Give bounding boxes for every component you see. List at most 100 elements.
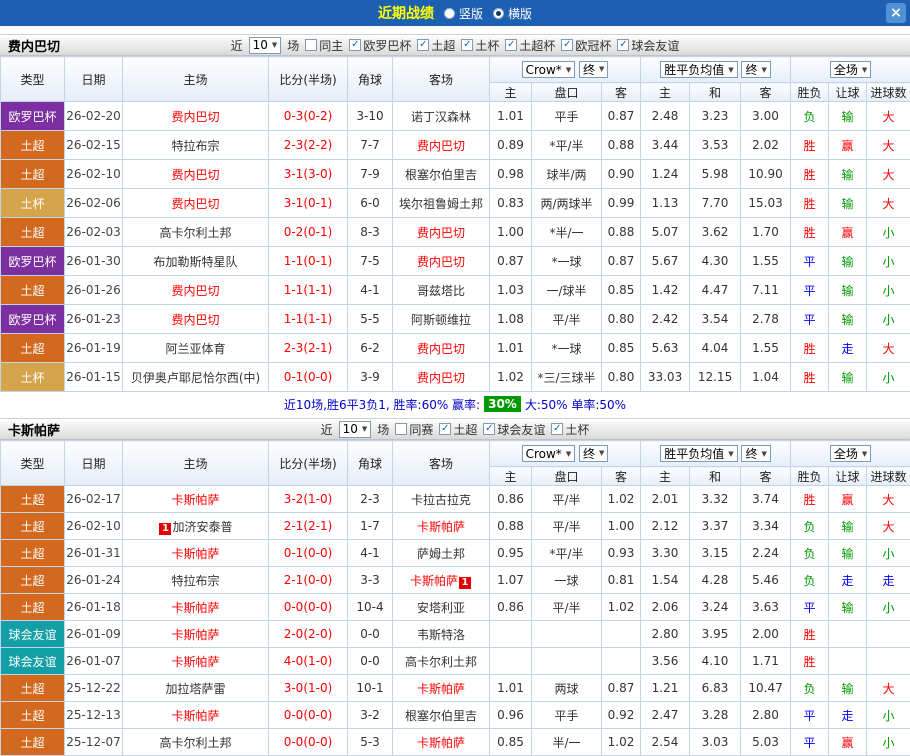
layout-radio-horizontal[interactable]: 横版 xyxy=(493,5,532,22)
col-away: 客场 xyxy=(393,441,490,486)
away-team[interactable]: 根塞尔伯里吉 xyxy=(393,702,490,729)
home-team[interactable]: 卡斯帕萨 xyxy=(123,594,269,621)
away-team[interactable]: 阿斯顿维拉 xyxy=(393,305,490,334)
scope-select[interactable]: 全场▼ xyxy=(830,61,871,78)
away-team[interactable]: 卡斯帕萨 xyxy=(393,513,490,540)
filter-checkbox-同主[interactable] xyxy=(305,39,317,51)
away-team[interactable]: 韦斯特洛 xyxy=(393,621,490,648)
away-team[interactable]: 费内巴切 xyxy=(393,247,490,276)
score-halftime: 3-2(1-0) xyxy=(269,486,348,513)
match-type: 土超 xyxy=(1,131,65,160)
matches-table-kasimpasa: 类型 日期 主场 比分(半场) 角球 客场 Crow*▼ 终▼ 胜平负均值▼ 终… xyxy=(0,440,910,756)
scope-select[interactable]: 全场▼ xyxy=(830,445,871,462)
away-team[interactable]: 费内巴切 xyxy=(393,131,490,160)
home-team[interactable]: 阿兰亚体育 xyxy=(123,334,269,363)
result-handicap xyxy=(829,621,867,648)
home-team[interactable]: 特拉布宗 xyxy=(123,131,269,160)
filter-checkbox-同赛[interactable] xyxy=(395,423,407,435)
match-date: 26-02-15 xyxy=(65,131,123,160)
filter-checkbox-欧冠杯[interactable]: ✓ xyxy=(561,39,573,51)
ah-home-odds: 0.86 xyxy=(490,594,532,621)
filter-bar: 近 10▼ 场 同主✓欧罗巴杯✓土超✓土杯✓土超杯✓欧冠杯✓球会友谊 xyxy=(231,37,680,54)
corners: 6-0 xyxy=(348,189,393,218)
filter-checkbox-土超杯[interactable]: ✓ xyxy=(505,39,517,51)
match-row: 球会友谊26-01-09卡斯帕萨2-0(2-0)0-0韦斯特洛2.803.952… xyxy=(1,621,910,648)
avg-odds-select[interactable]: 胜平负均值▼ xyxy=(660,61,737,78)
away-team[interactable]: 高卡尔利土邦 xyxy=(393,648,490,675)
filter-checkbox-土超[interactable]: ✓ xyxy=(417,39,429,51)
filter-checkbox-土超[interactable]: ✓ xyxy=(439,423,451,435)
bookmaker-select[interactable]: Crow*▼ xyxy=(522,61,576,78)
match-date: 25-12-13 xyxy=(65,702,123,729)
odds-stage-select[interactable]: 终▼ xyxy=(579,445,608,462)
away-team[interactable]: 卡斯帕萨1 xyxy=(393,567,490,594)
home-team[interactable]: 费内巴切 xyxy=(123,305,269,334)
filter-checkbox-欧罗巴杯[interactable]: ✓ xyxy=(349,39,361,51)
match-type: 土超 xyxy=(1,594,65,621)
eu-draw-odds: 3.37 xyxy=(690,513,741,540)
bookmaker-select[interactable]: Crow*▼ xyxy=(522,445,576,462)
away-team[interactable]: 根塞尔伯里吉 xyxy=(393,160,490,189)
team-name: 费内巴切 xyxy=(171,313,219,327)
ah-away-odds: 0.81 xyxy=(602,567,641,594)
odds-stage-select-2[interactable]: 终▼ xyxy=(741,445,770,462)
home-team[interactable]: 卡斯帕萨 xyxy=(123,540,269,567)
ah-home-odds: 1.01 xyxy=(490,334,532,363)
away-team[interactable]: 费内巴切 xyxy=(393,218,490,247)
record-summary: 近10场,胜6平3负1, 胜率:60% 赢率: 30% 大:50% 单率:50% xyxy=(0,392,910,416)
eu-away-odds: 5.03 xyxy=(741,729,791,756)
ah-away-odds: 0.93 xyxy=(602,540,641,567)
odds-stage-select[interactable]: 终▼ xyxy=(579,61,608,78)
filter-checkbox-球会友谊[interactable]: ✓ xyxy=(617,39,629,51)
result-handicap: 输 xyxy=(829,363,867,392)
avg-odds-select[interactable]: 胜平负均值▼ xyxy=(660,445,737,462)
home-team[interactable]: 加拉塔萨雷 xyxy=(123,675,269,702)
away-team[interactable]: 费内巴切 xyxy=(393,363,490,392)
home-team[interactable]: 费内巴切 xyxy=(123,102,269,131)
result-handicap: 输 xyxy=(829,675,867,702)
away-team[interactable]: 费内巴切 xyxy=(393,334,490,363)
recent-count-select[interactable]: 10▼ xyxy=(339,421,372,438)
home-team[interactable]: 特拉布宗 xyxy=(123,567,269,594)
layout-radio-vertical[interactable]: 竖版 xyxy=(444,5,483,22)
eu-home-odds: 2.48 xyxy=(641,102,690,131)
away-team[interactable]: 诺丁汉森林 xyxy=(393,102,490,131)
close-button[interactable]: × xyxy=(886,3,906,23)
away-team[interactable]: 安塔利亚 xyxy=(393,594,490,621)
home-team[interactable]: 费内巴切 xyxy=(123,160,269,189)
col-eu-away: 客 xyxy=(741,83,791,102)
away-team[interactable]: 萨姆土邦 xyxy=(393,540,490,567)
match-date: 26-02-10 xyxy=(65,160,123,189)
result-handicap: 赢 xyxy=(829,218,867,247)
home-team[interactable]: 卡斯帕萨 xyxy=(123,648,269,675)
ah-line: *平/半 xyxy=(532,131,602,160)
home-team[interactable]: 布加勒斯特星队 xyxy=(123,247,269,276)
match-type: 欧罗巴杯 xyxy=(1,305,65,334)
home-team[interactable]: 高卡尔利土邦 xyxy=(123,729,269,756)
odds-stage-select-2[interactable]: 终▼ xyxy=(741,61,770,78)
home-team[interactable]: 贝伊奥卢耶尼恰尔西(中) xyxy=(123,363,269,392)
home-team[interactable]: 费内巴切 xyxy=(123,189,269,218)
recent-count-select[interactable]: 10▼ xyxy=(249,37,282,54)
eu-draw-odds: 3.24 xyxy=(690,594,741,621)
filter-checkbox-土杯[interactable]: ✓ xyxy=(551,423,563,435)
filter-label: 同赛 xyxy=(409,421,433,438)
home-team[interactable]: 高卡尔利土邦 xyxy=(123,218,269,247)
away-team[interactable]: 埃尔祖鲁姆土邦 xyxy=(393,189,490,218)
away-team[interactable]: 卡斯帕萨 xyxy=(393,675,490,702)
filter-checkbox-土杯[interactable]: ✓ xyxy=(461,39,473,51)
team-name: 卡斯帕萨 xyxy=(171,547,219,561)
away-team[interactable]: 哥兹塔比 xyxy=(393,276,490,305)
home-team[interactable]: 卡斯帕萨 xyxy=(123,486,269,513)
eu-away-odds: 1.55 xyxy=(741,247,791,276)
home-team[interactable]: 卡斯帕萨 xyxy=(123,702,269,729)
match-type: 球会友谊 xyxy=(1,648,65,675)
home-team[interactable]: 1加济安泰普 xyxy=(123,513,269,540)
match-type: 土超 xyxy=(1,729,65,756)
away-team[interactable]: 卡斯帕萨 xyxy=(393,729,490,756)
ah-home-odds: 0.85 xyxy=(490,729,532,756)
home-team[interactable]: 费内巴切 xyxy=(123,276,269,305)
away-team[interactable]: 卡拉古拉克 xyxy=(393,486,490,513)
home-team[interactable]: 卡斯帕萨 xyxy=(123,621,269,648)
filter-checkbox-球会友谊[interactable]: ✓ xyxy=(483,423,495,435)
